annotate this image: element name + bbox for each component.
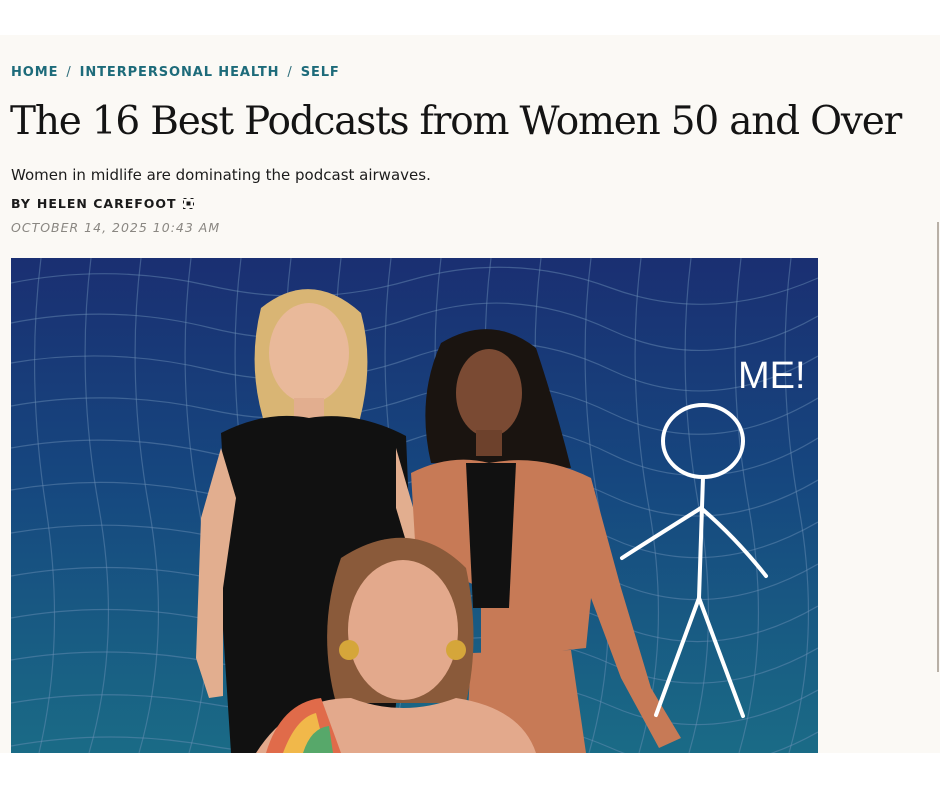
- breadcrumb-separator: /: [287, 64, 293, 80]
- hero-image: ME!: [11, 258, 818, 753]
- breadcrumb: HOME / INTERPERSONAL HEALTH / SELF: [11, 64, 340, 80]
- article-page: HOME / INTERPERSONAL HEALTH / SELF The 1…: [0, 35, 940, 753]
- byline-prefix: BY: [11, 196, 31, 211]
- author-link[interactable]: HELEN CAREFOOT: [37, 196, 177, 211]
- expand-icon[interactable]: [182, 198, 194, 209]
- breadcrumb-separator: /: [66, 64, 72, 80]
- breadcrumb-home-link[interactable]: HOME: [11, 65, 58, 80]
- article-dek: Women in midlife are dominating the podc…: [11, 166, 431, 184]
- publish-date: OCTOBER 14, 2025 10:43 AM: [11, 220, 221, 235]
- page-edge-divider: [937, 222, 939, 672]
- breadcrumb-interpersonal-health-link[interactable]: INTERPERSONAL HEALTH: [80, 65, 280, 80]
- breadcrumb-self-link[interactable]: SELF: [301, 65, 340, 80]
- hero-annotation-me: ME!: [738, 355, 806, 397]
- byline: BY HELEN CAREFOOT: [11, 196, 194, 211]
- article-title: The 16 Best Podcasts from Women 50 and O…: [10, 99, 902, 144]
